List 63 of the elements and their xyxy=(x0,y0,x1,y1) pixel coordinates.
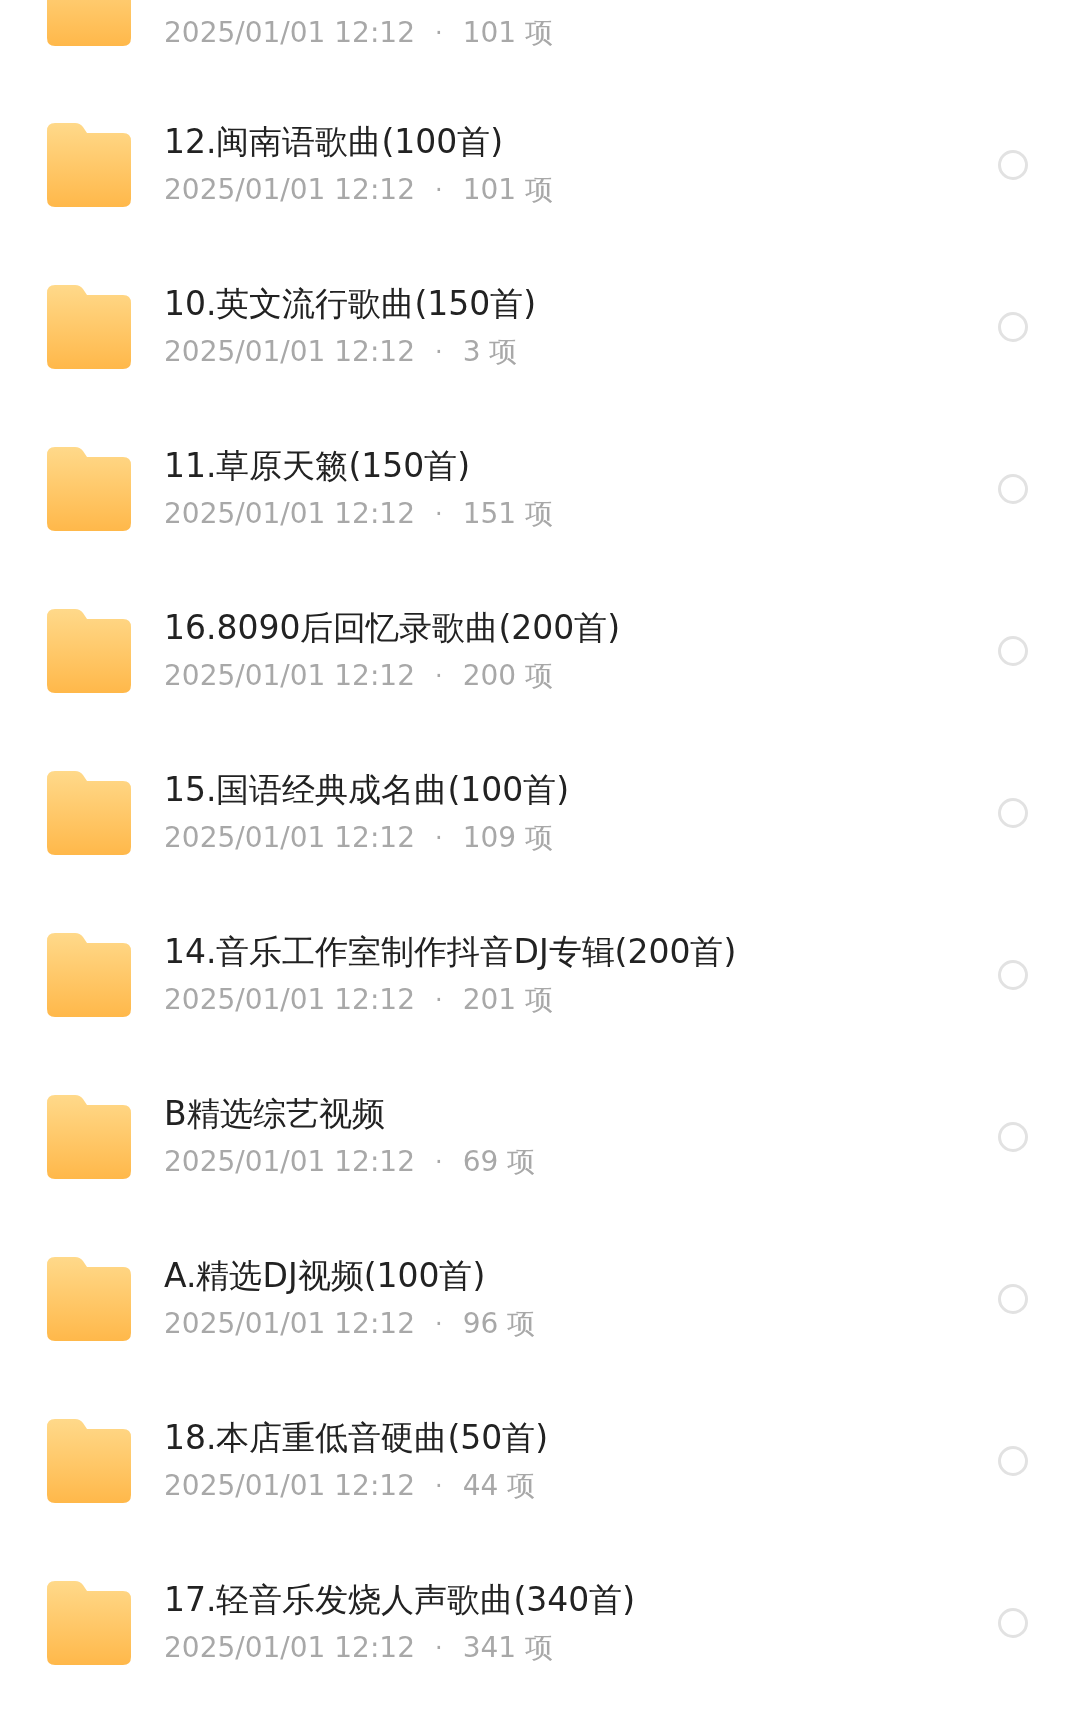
folder-name[interactable]: 12.闽南语歌曲(100首) xyxy=(164,122,998,162)
item-count: 101 项 xyxy=(462,172,553,208)
select-radio[interactable] xyxy=(998,1446,1028,1476)
modified-date: 2025/01/01 12:12 xyxy=(164,496,415,532)
modified-date: 2025/01/01 12:12 xyxy=(164,820,415,856)
item-count: 96 项 xyxy=(462,1306,536,1342)
separator-dot: · xyxy=(435,337,443,368)
item-count: 341 项 xyxy=(462,1630,553,1666)
folder-icon xyxy=(47,933,131,1017)
folder-icon xyxy=(47,123,131,207)
folder-icon xyxy=(47,1257,131,1341)
modified-date: 2025/01/01 12:12 xyxy=(164,658,415,694)
folder-name[interactable]: A.精选DJ视频(100首) xyxy=(164,1256,998,1296)
folder-icon xyxy=(47,771,131,855)
select-radio[interactable] xyxy=(998,1284,1028,1314)
item-count: 201 项 xyxy=(462,982,553,1018)
modified-date: 2025/01/01 12:12 xyxy=(164,1468,415,1504)
folder-icon xyxy=(47,1419,131,1503)
folder-name[interactable]: 14.音乐工作室制作抖音DJ专辑(200首) xyxy=(164,932,998,972)
modified-date: 2025/01/01 12:12 xyxy=(164,172,415,208)
select-radio[interactable] xyxy=(998,798,1028,828)
folder-name[interactable]: 10.英文流行歌曲(150首) xyxy=(164,284,998,324)
item-count: 44 项 xyxy=(462,1468,536,1504)
modified-date: 2025/01/01 12:12 xyxy=(164,334,415,370)
separator-dot: · xyxy=(435,1147,443,1178)
folder-name[interactable]: 15.国语经典成名曲(100首) xyxy=(164,770,998,810)
separator-dot: · xyxy=(435,1633,443,1664)
folder-name[interactable]: 11.草原天籁(150首) xyxy=(164,446,998,486)
folder-icon xyxy=(47,285,131,369)
folder-name[interactable]: 17.轻音乐发烧人声歌曲(340首) xyxy=(164,1580,998,1620)
folder-icon xyxy=(47,1095,131,1179)
folder-icon xyxy=(47,609,131,693)
separator-dot: · xyxy=(435,18,443,49)
item-count: 3 项 xyxy=(462,334,518,370)
item-count: 151 项 xyxy=(462,496,553,532)
item-count: 101 项 xyxy=(462,15,553,51)
select-radio[interactable] xyxy=(998,1122,1028,1152)
select-radio[interactable] xyxy=(998,474,1028,504)
separator-dot: · xyxy=(435,175,443,206)
modified-date: 2025/01/01 12:12 xyxy=(164,982,415,1018)
separator-dot: · xyxy=(435,1309,443,1340)
item-count: 109 项 xyxy=(462,820,553,856)
item-count: 69 项 xyxy=(462,1144,536,1180)
folder-name[interactable]: 18.本店重低音硬曲(50首) xyxy=(164,1418,998,1458)
select-radio[interactable] xyxy=(998,636,1028,666)
select-radio[interactable] xyxy=(998,312,1028,342)
folder-name[interactable]: 16.8090后回忆录歌曲(200首) xyxy=(164,608,998,648)
modified-date: 2025/01/01 12:12 xyxy=(164,1630,415,1666)
separator-dot: · xyxy=(435,661,443,692)
folder-icon xyxy=(47,447,131,531)
separator-dot: · xyxy=(435,985,443,1016)
select-radio[interactable] xyxy=(998,150,1028,180)
separator-dot: · xyxy=(435,823,443,854)
modified-date: 2025/01/01 12:12 xyxy=(164,15,415,51)
select-radio[interactable] xyxy=(998,960,1028,990)
modified-date: 2025/01/01 12:12 xyxy=(164,1144,415,1180)
separator-dot: · xyxy=(435,1471,443,1502)
item-count: 200 项 xyxy=(462,658,553,694)
separator-dot: · xyxy=(435,499,443,530)
folder-icon xyxy=(47,1581,131,1665)
folder-name[interactable]: B精选综艺视频 xyxy=(164,1094,998,1134)
modified-date: 2025/01/01 12:12 xyxy=(164,1306,415,1342)
select-radio[interactable] xyxy=(998,1608,1028,1638)
